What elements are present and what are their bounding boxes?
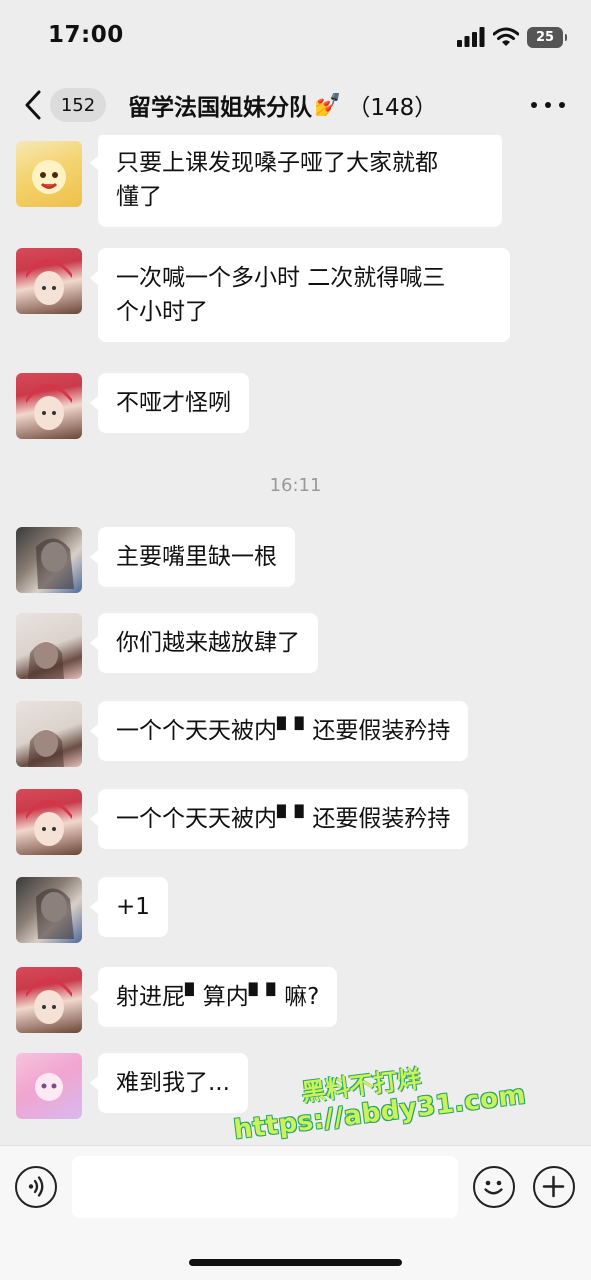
- avatar[interactable]: [16, 789, 82, 855]
- wifi-icon: [493, 27, 519, 46]
- message-bubble[interactable]: 难到我了...: [90, 1053, 248, 1113]
- message-text: 只要上课发现嗓子哑了大家就都 懂了: [116, 150, 438, 210]
- message-text: 一个个天天被内▘▘还要假装矜持: [116, 718, 451, 744]
- message-text: 一次喊一个多小时 二次就得喊三 个小时了: [116, 265, 446, 325]
- message-text: 主要嘴里缺一根: [116, 544, 277, 570]
- unread-count-badge[interactable]: 152: [50, 88, 106, 122]
- message-text: 难到我了...: [116, 1070, 230, 1096]
- avatar[interactable]: [16, 613, 82, 679]
- time-separator: 16:11: [269, 475, 322, 496]
- message-text: +1: [116, 894, 150, 920]
- message-bubble[interactable]: 你们越来越放肆了: [90, 613, 318, 673]
- avatar[interactable]: [16, 248, 82, 314]
- message-bubble[interactable]: 一个个天天被内▘▘还要假装矜持: [89, 789, 469, 849]
- message-bubble[interactable]: +1: [90, 877, 168, 937]
- message-text: 一个个天天被内▘▘还要假装矜持: [116, 806, 451, 832]
- message-bubble[interactable]: 只要上课发现嗓子哑了大家就都 懂了: [90, 135, 502, 227]
- battery-indicator: 25: [527, 26, 567, 48]
- avatar[interactable]: [16, 141, 82, 207]
- chat-header: 152 留学法国姐妹分队 💅 （148）: [0, 75, 591, 135]
- member-count: （148）: [347, 95, 438, 121]
- message-bubble[interactable]: 射进屁▘算内▘▘嘛?: [89, 967, 338, 1027]
- home-indicator[interactable]: [189, 1259, 402, 1266]
- chevron-left-icon[interactable]: [20, 88, 46, 122]
- avatar[interactable]: [16, 1053, 82, 1119]
- avatar[interactable]: [16, 967, 82, 1033]
- message-bubble[interactable]: 不哑才怪咧: [90, 373, 249, 433]
- more-dots-icon[interactable]: [531, 93, 565, 117]
- message-list[interactable]: 只要上课发现嗓子哑了大家就都 懂了 一次喊一个多小时 二次就得喊三 个小时了 不…: [0, 135, 591, 1145]
- message-text: 射进屁▘算内▘▘嘛?: [116, 984, 320, 1010]
- message-text: 你们越来越放肆了: [116, 630, 300, 656]
- avatar[interactable]: [16, 527, 82, 593]
- voice-icon[interactable]: [15, 1166, 57, 1208]
- status-time: 17:00: [48, 22, 124, 48]
- message-bubble[interactable]: 一个个天天被内▘▘还要假装矜持: [89, 701, 469, 761]
- status-bar: 17:00 25: [0, 0, 591, 75]
- message-bubble[interactable]: 一次喊一个多小时 二次就得喊三 个小时了: [90, 248, 510, 342]
- group-name: 留学法国姐妹分队: [128, 95, 312, 121]
- message-input[interactable]: [72, 1156, 458, 1218]
- plus-icon[interactable]: [533, 1166, 575, 1208]
- chat-title[interactable]: 留学法国姐妹分队 💅 （148）: [128, 88, 437, 122]
- nail-polish-emoji: 💅: [314, 92, 342, 118]
- avatar[interactable]: [16, 701, 82, 767]
- signal-icon: [457, 27, 485, 47]
- status-icons: 25: [457, 25, 567, 49]
- avatar[interactable]: [16, 373, 82, 439]
- avatar[interactable]: [16, 877, 82, 943]
- message-text: 不哑才怪咧: [116, 390, 231, 416]
- message-bubble[interactable]: 主要嘴里缺一根: [90, 527, 295, 587]
- emoji-icon[interactable]: [473, 1166, 515, 1208]
